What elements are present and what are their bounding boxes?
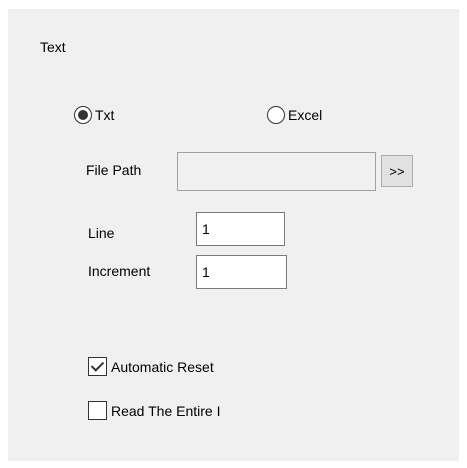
- automatic-reset-checkbox[interactable]: Automatic Reset: [88, 357, 214, 376]
- section-title: Text: [40, 39, 66, 55]
- increment-label: Increment: [88, 263, 151, 279]
- radio-excel-indicator[interactable]: [267, 106, 285, 124]
- file-path-input[interactable]: [177, 152, 376, 191]
- browse-button[interactable]: >>: [381, 155, 413, 187]
- radio-excel[interactable]: Excel: [267, 106, 322, 124]
- radio-txt-label: Txt: [95, 107, 115, 123]
- read-entire-check-icon[interactable]: [88, 401, 107, 420]
- read-entire-label: Read The Entire I: [111, 402, 221, 419]
- automatic-reset-check-icon[interactable]: [88, 357, 107, 376]
- read-entire-checkbox[interactable]: Read The Entire I: [88, 401, 220, 420]
- increment-input[interactable]: [196, 255, 287, 289]
- line-input[interactable]: [196, 212, 285, 246]
- automatic-reset-label: Automatic Reset: [111, 358, 214, 375]
- radio-txt-indicator[interactable]: [74, 106, 92, 124]
- file-path-label: File Path: [86, 162, 142, 178]
- line-label: Line: [88, 225, 115, 241]
- radio-excel-label: Excel: [288, 107, 323, 123]
- radio-txt[interactable]: Txt: [74, 106, 114, 124]
